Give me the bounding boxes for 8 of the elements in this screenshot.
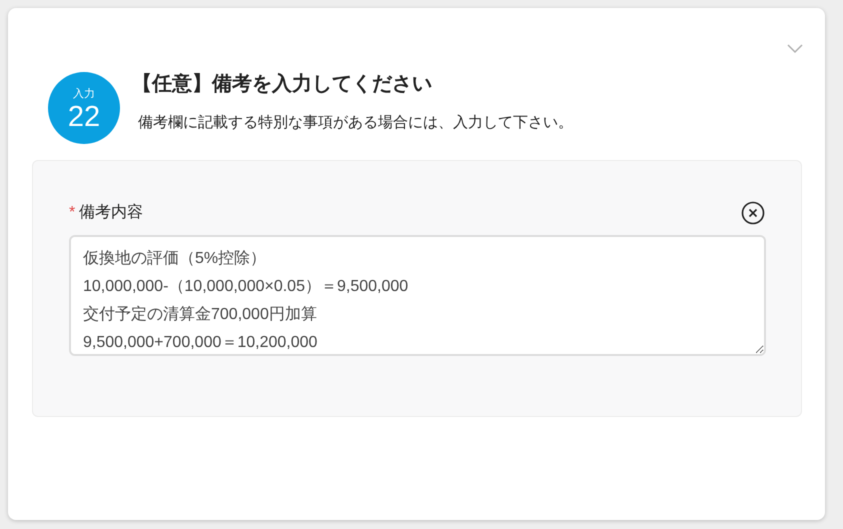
clear-icon[interactable] <box>741 201 765 225</box>
step-label: 入力 <box>73 88 95 100</box>
remarks-textarea[interactable]: 仮換地の評価（5%控除） 10,000,000-（10,000,000×0.05）＝9,500,000 交付予定の清算金700,000円加算 9,500,000+700,000＝10,200,000 <box>69 235 766 356</box>
required-mark: * <box>69 203 76 223</box>
section-description: 備考欄に記載する特別な事項がある場合には、入力して下さい。 <box>138 113 573 133</box>
step-number: 22 <box>68 102 100 132</box>
section-title: 【任意】備考を入力してください <box>132 72 433 97</box>
field-label: 備考内容 <box>79 202 144 223</box>
